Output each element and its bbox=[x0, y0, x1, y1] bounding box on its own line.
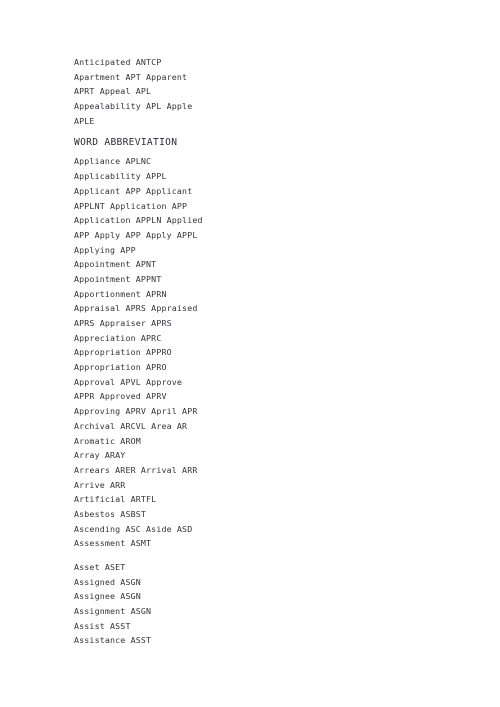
abbreviation-line: Application APPLN Applied bbox=[74, 215, 203, 226]
abbreviation-line: Asbestos ASBST bbox=[74, 508, 147, 519]
abbreviation-line: Applying APP bbox=[74, 244, 136, 255]
abbreviation-line: Appointment APNT bbox=[74, 259, 157, 270]
abbreviation-line: Asset ASET bbox=[74, 562, 126, 572]
abbreviation-line: Appointment APPNT bbox=[74, 273, 162, 284]
abbreviation-line: Appraisal APRS Appraised bbox=[74, 303, 198, 314]
abbreviation-line: Apportionment APRN bbox=[74, 288, 167, 299]
abbreviation-line: Assigned ASGN bbox=[74, 576, 141, 587]
abbreviation-line: Approval APVL Approve bbox=[74, 376, 183, 387]
abbreviation-line: APRS Appraiser APRS bbox=[74, 318, 172, 328]
abbreviation-line: Assistance ASST bbox=[74, 635, 152, 646]
abbreviation-section-top: Anticipated ANTCP Apartment APT Apparent… bbox=[74, 55, 474, 128]
abbreviation-line: Assessment ASMT bbox=[74, 538, 152, 549]
abbreviation-line: Array ARAY bbox=[74, 450, 126, 461]
abbreviation-line: Applicant APP Applicant bbox=[74, 185, 193, 196]
abbreviation-line: Assignee ASGN bbox=[74, 591, 141, 602]
abbreviation-section-assets: Asset ASET Assigned ASGN Assignee ASGN A… bbox=[74, 560, 474, 648]
abbreviation-line: APRT Appeal APL bbox=[74, 86, 152, 97]
abbreviation-line: Apartment APT Apparent bbox=[74, 71, 188, 82]
abbreviation-section-main: Appliance APLNC Applicability APPL Appli… bbox=[74, 154, 474, 551]
abbreviation-line: APP Apply APP Apply APPL bbox=[74, 229, 198, 240]
abbreviation-line: Ascending ASC Aside ASD bbox=[74, 523, 193, 534]
abbreviation-line: Appealability APL Apple bbox=[74, 101, 193, 112]
abbreviation-line: Arrive ARR bbox=[74, 479, 126, 490]
section-heading: WORD ABBREVIATION bbox=[74, 137, 178, 149]
abbreviation-line: APLE bbox=[74, 115, 95, 126]
abbreviation-line: Appropriation APPRO bbox=[74, 347, 172, 358]
abbreviation-line: Anticipated ANTCP bbox=[74, 57, 162, 67]
abbreviation-line: Assignment ASGN bbox=[74, 606, 152, 617]
abbreviation-line: Approving APRV April APR bbox=[74, 406, 198, 417]
abbreviation-line: Aromatic AROM bbox=[74, 435, 141, 446]
abbreviation-line: Appliance APLNC bbox=[74, 156, 152, 167]
abbreviation-line: APPR Approved APRV bbox=[74, 391, 167, 402]
abbreviation-line: Appreciation APRC bbox=[74, 332, 162, 343]
abbreviation-line: APPLNT Application APP bbox=[74, 200, 188, 211]
abbreviation-line: Assist ASST bbox=[74, 620, 131, 631]
document-text-column: Anticipated ANTCP Apartment APT Apparent… bbox=[74, 55, 474, 648]
abbreviation-line: Arrears ARER Arrival ARR bbox=[74, 464, 198, 475]
abbreviation-line: Appropriation APRO bbox=[74, 362, 167, 373]
abbreviation-line: Applicability APPL bbox=[74, 171, 167, 182]
abbreviation-line: Artificial ARTFL bbox=[74, 494, 157, 505]
document-page: Anticipated ANTCP Apartment APT Apparent… bbox=[0, 0, 500, 707]
abbreviation-line: Archival ARCVL Area AR bbox=[74, 420, 188, 431]
